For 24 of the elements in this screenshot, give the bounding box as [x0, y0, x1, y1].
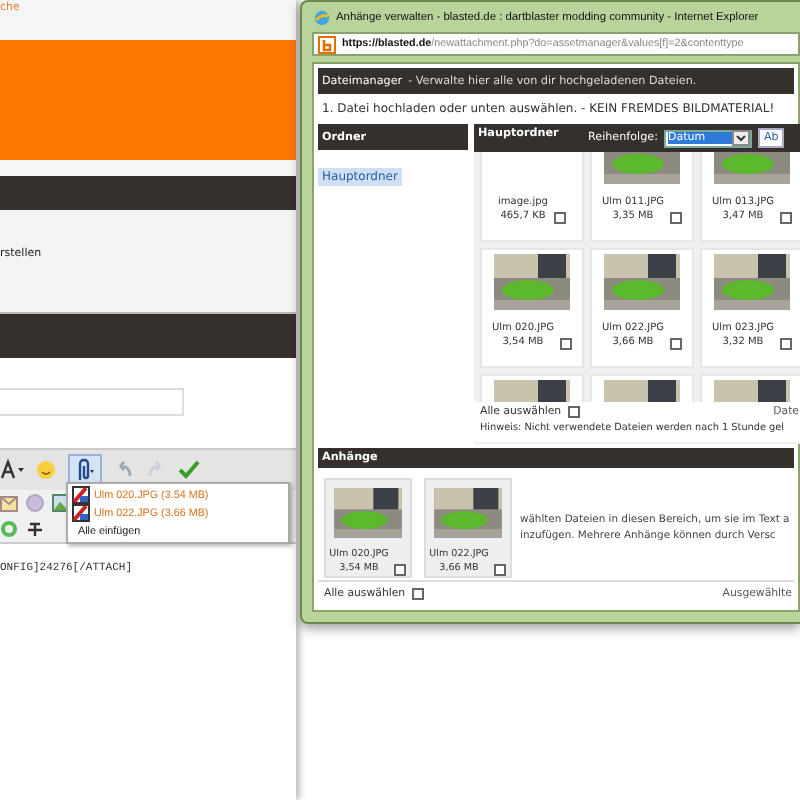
photo-placeholder: [334, 487, 402, 537]
checkbox[interactable]: [411, 588, 424, 600]
checkbox[interactable]: [670, 212, 682, 224]
checkbox[interactable]: [780, 212, 792, 224]
checkbox[interactable]: [494, 564, 507, 576]
checkbox[interactable]: [560, 338, 572, 350]
checkbox[interactable]: [394, 564, 407, 576]
checkbox[interactable]: [553, 212, 566, 224]
paperclip-icon: [74, 458, 94, 482]
photo-placeholder: [434, 487, 502, 537]
smiley-icon[interactable]: [36, 460, 56, 480]
checkbox[interactable]: [780, 338, 792, 350]
checkbox[interactable]: [670, 338, 682, 350]
browser-icon: [314, 9, 330, 25]
strikethrough-icon[interactable]: [26, 520, 44, 538]
envelope-icon[interactable]: [0, 495, 18, 511]
dropdown-arrow-icon: [732, 130, 750, 146]
input-field[interactable]: [0, 388, 184, 416]
image-icon[interactable]: [52, 494, 70, 512]
checkbox[interactable]: [567, 406, 580, 418]
image-file-icon: [72, 504, 90, 522]
font-color-icon[interactable]: [0, 458, 24, 482]
site-icon: [318, 35, 336, 53]
checkmark-icon[interactable]: [178, 460, 200, 480]
